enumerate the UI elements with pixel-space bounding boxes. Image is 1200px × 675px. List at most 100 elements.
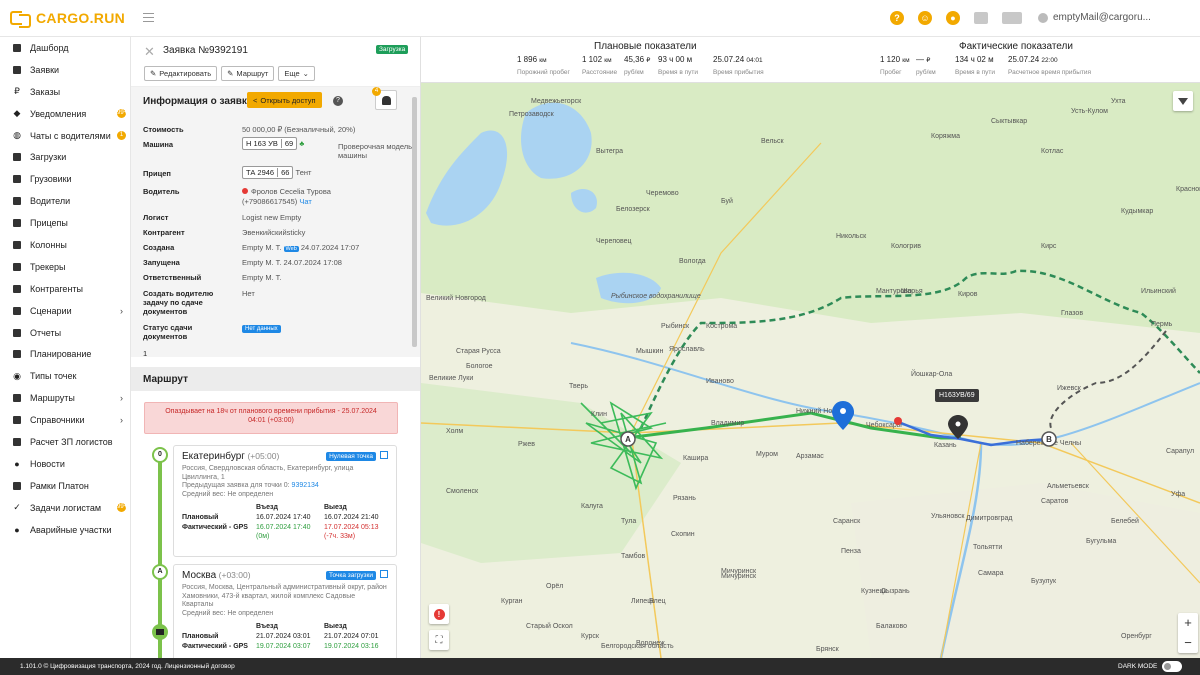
edit-button[interactable]: ✎ Редактировать: [144, 66, 218, 81]
cost-label: Стоимость: [143, 125, 184, 134]
point-city: Екатеринбург: [182, 451, 245, 462]
trailer-plate-region: 66: [277, 168, 292, 177]
sidebar-item[interactable]: ◉ Типы точек: [0, 365, 130, 387]
sidebar-item[interactable]: ◍ Чаты с водителями 1: [0, 125, 130, 147]
prev-order-link[interactable]: 9392134: [292, 482, 319, 489]
more-button[interactable]: Еще ⌄: [278, 66, 315, 81]
chevron-right-icon: ›: [120, 415, 123, 426]
sidebar-item[interactable]: Рамки Платон: [0, 475, 130, 497]
city-label: Красновишерск: [1176, 186, 1200, 193]
planned-title: Плановые показатели: [594, 41, 697, 52]
sidebar-item[interactable]: ● Новости: [0, 453, 130, 475]
actual-rate: — ₽: [916, 55, 930, 64]
dark-mode-toggle[interactable]: [1162, 661, 1182, 672]
city-label: Иваново: [706, 378, 734, 385]
tracker-icon-shape: [13, 262, 21, 271]
sidebar-item[interactable]: ✓ Задачи логистам 99+: [0, 497, 130, 519]
city-label: Вытегра: [596, 148, 623, 155]
sidebar-item[interactable]: Загрузки: [0, 146, 130, 168]
zoom-out-button[interactable]: −: [1178, 633, 1198, 653]
city-label: Бузулук: [1031, 578, 1057, 585]
warning-marker-icon[interactable]: [894, 417, 902, 425]
point-address: Россия, Свердловская область, Екатеринбу…: [182, 465, 388, 499]
bell-count: 4: [372, 87, 381, 96]
logist-value: Logist new Empty: [242, 213, 302, 222]
trailer-label: Прицеп: [143, 169, 171, 178]
city-label: Тверь: [569, 383, 588, 390]
chat-icon[interactable]: ☺: [918, 11, 932, 25]
sidebar-item[interactable]: Трекеры: [0, 256, 130, 278]
panel-scrollbar[interactable]: [412, 97, 417, 347]
user-icon: [1038, 12, 1048, 23]
sidebar-item[interactable]: Прицепы: [0, 212, 130, 234]
edit-icon[interactable]: [380, 570, 388, 578]
scenario-icon-shape: [13, 306, 21, 315]
document-icon[interactable]: [974, 12, 988, 24]
truck-icon[interactable]: [1002, 12, 1022, 24]
sidebar-item[interactable]: Дашборд: [0, 37, 130, 59]
share-icon: <: [253, 95, 258, 105]
sidebar-item[interactable]: Планирование: [0, 343, 130, 365]
map-filter-button[interactable]: [1173, 91, 1193, 111]
create-task-label: Создать водителю задачу по сдаче докумен…: [143, 289, 214, 316]
edit-icon[interactable]: [380, 451, 388, 459]
city-label: Скопин: [671, 531, 695, 538]
sidebar-item[interactable]: Отчеты: [0, 322, 130, 344]
sidebar-item[interactable]: ● Аварийные участки: [0, 519, 130, 541]
map-canvas[interactable]: Петрозаводск Медвежьегорск Сыктывкар Котлас…: [421, 83, 1200, 658]
responsible-label: Ответственный: [143, 273, 202, 282]
layers-icon: ⛶: [435, 634, 443, 646]
driver-name[interactable]: Фролов Cecelia Турова: [251, 187, 331, 196]
city-label: Коряжма: [931, 133, 960, 140]
sidebar-item[interactable]: Контрагенты: [0, 278, 130, 300]
map[interactable]: Петрозаводск Медвежьегорск Сыктывкар Котлас…: [421, 83, 1200, 658]
city-label: Альметьевск: [1047, 483, 1090, 490]
city-label: Ухта: [1111, 98, 1126, 105]
sidebar-item[interactable]: Расчет ЗП логистов: [0, 431, 130, 453]
sidebar-item-label: Заказы: [30, 86, 61, 97]
map-warnings-button[interactable]: !: [429, 604, 449, 624]
sidebar-item[interactable]: Заявки: [0, 59, 130, 81]
route-point-card[interactable]: Москва (+03:00) Точка загрузки Россия, М…: [173, 564, 397, 658]
sidebar-item[interactable]: Колонны: [0, 234, 130, 256]
order-bell-button[interactable]: 4: [372, 87, 397, 110]
logo[interactable]: CARGO.RUN: [10, 10, 125, 28]
trailer-icon: [12, 218, 22, 228]
steering-wheel-icon-shape: [13, 197, 21, 206]
route-point-card[interactable]: Екатеринбург (+05:00) Нулевая точка Росс…: [173, 445, 397, 557]
truck-icon: [12, 174, 22, 184]
notification-icon[interactable]: ●: [946, 11, 960, 25]
truck-plate[interactable]: Н 163 УВ 69: [242, 137, 298, 150]
sidebar-item[interactable]: Маршруты ›: [0, 387, 130, 409]
map-layers-button[interactable]: ⛶: [429, 630, 449, 650]
planned-distance: 1 102 км: [582, 55, 612, 64]
sidebar-item[interactable]: Сценарии ›: [0, 300, 130, 322]
plan-in: 16.07.2024 17:40: [256, 514, 311, 521]
contractor-value: Эвенкийскийsticky: [242, 228, 306, 237]
route-button[interactable]: ✎ Маршрут: [221, 66, 275, 81]
address-text: Россия, Москва, Центральный администрати…: [182, 584, 387, 608]
sidebar-item[interactable]: ◆ Уведомления 99+: [0, 103, 130, 125]
city-label: Владимир: [711, 420, 744, 427]
help-icon[interactable]: ?: [333, 96, 343, 106]
city-label: Брянск: [816, 646, 840, 653]
point-type-badge: Нулевая точка: [326, 452, 376, 461]
sidebar-item[interactable]: ₽ Заказы: [0, 81, 130, 103]
sidebar-item[interactable]: Грузовики: [0, 168, 130, 190]
actual-run: 1 120 км: [880, 55, 910, 64]
sidebar-item[interactable]: Водители: [0, 190, 130, 212]
sidebar-item[interactable]: Справочники ›: [0, 409, 130, 431]
open-access-button[interactable]: < Открыть доступ: [247, 92, 322, 108]
city-label: Балаково: [876, 623, 907, 630]
menu-toggle-icon[interactable]: [143, 13, 154, 22]
sidebar-item-label: Трекеры: [30, 261, 66, 272]
zoom-in-button[interactable]: +: [1178, 613, 1198, 633]
logist-label: Логист: [143, 213, 169, 222]
user-menu[interactable]: emptyMail@cargoru...: [1038, 12, 1151, 23]
timeline-marker-0: 0: [152, 447, 168, 463]
close-icon[interactable]: ✕: [144, 44, 155, 60]
trailer-plate[interactable]: ТА 2946 66: [242, 166, 294, 179]
help-icon[interactable]: ?: [890, 11, 904, 25]
marker-b-label: B: [1046, 435, 1052, 444]
driver-chat-link[interactable]: Чат: [299, 197, 311, 206]
